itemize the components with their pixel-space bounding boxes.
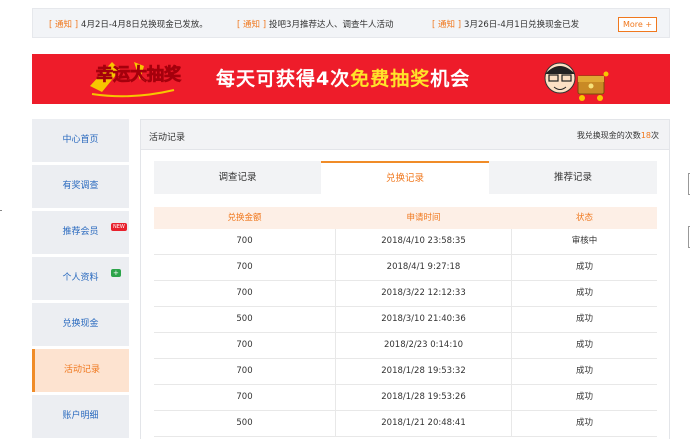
- notice-tag: [ 通知 ]: [432, 20, 462, 30]
- cell-time: 2018/1/21 20:48:41: [335, 411, 512, 436]
- more-button[interactable]: More +: [618, 17, 657, 32]
- sidebar-item-account[interactable]: 账户明细: [32, 395, 129, 438]
- cell-amount: 700: [236, 236, 253, 246]
- cell-amount: 500: [236, 418, 253, 428]
- svg-text:幸运大抽奖: 幸运大抽奖: [96, 64, 182, 85]
- slogan-text: 机会: [430, 68, 471, 90]
- cell-status: 成功: [575, 262, 593, 272]
- table-row: 700 2018/4/10 23:58:35 审核中: [154, 229, 657, 255]
- table-row: 700 2018/2/23 0:14:10 成功: [154, 333, 657, 359]
- plus-badge-icon: +: [111, 269, 121, 277]
- panel-header: 活动记录 我兑换现金的次数18次: [141, 120, 669, 150]
- notice-item[interactable]: [ 通知 ] 4月2日-4月8日兑换现金已发放。: [49, 18, 208, 30]
- tab-survey-records[interactable]: 调查记录: [154, 161, 321, 194]
- exchange-records-table: 兑换金额 申请时间 状态 700 2018/4/10 23:58:35 审核中 …: [154, 207, 657, 437]
- lucky-draw-logo: 幸运大抽奖: [90, 62, 182, 98]
- tab-referral-records[interactable]: 推荐记录: [489, 161, 657, 194]
- cell-time: 2018/2/23 0:14:10: [335, 333, 512, 358]
- cell-amount: 700: [236, 340, 253, 350]
- exchange-count-value: 18: [640, 131, 651, 140]
- table-header: 兑换金额 申请时间 状态: [154, 207, 657, 229]
- cell-amount: 700: [236, 262, 253, 272]
- cell-status: 成功: [575, 288, 593, 298]
- cell-status: 成功: [575, 366, 593, 376]
- sidebar-item-label: 兑换现金: [62, 319, 99, 329]
- cartoon-character-icon: [544, 62, 609, 101]
- cell-amount: 700: [236, 392, 253, 402]
- notice-text: 4月2日-4月8日兑换现金已发放。: [81, 20, 208, 30]
- cell-status: 成功: [575, 314, 593, 324]
- sidebar-item-survey[interactable]: 有奖调查: [32, 165, 129, 208]
- cell-status: 成功: [575, 418, 593, 428]
- column-header-amount: 兑换金额: [227, 213, 262, 223]
- table-row: 700 2018/1/28 19:53:26 成功: [154, 385, 657, 411]
- table-row: 500 2018/1/21 20:48:41 成功: [154, 411, 657, 437]
- cell-time: 2018/1/28 19:53:32: [335, 359, 512, 384]
- notice-text: 3月26日-4月1日兑换现金已发: [464, 20, 580, 30]
- sidebar-item-label: 推荐会员: [62, 227, 99, 237]
- exchange-count-label: 我兑换现金的次数: [576, 131, 641, 140]
- notice-item[interactable]: [ 通知 ] 3月26日-4月1日兑换现金已发: [432, 18, 579, 30]
- sidebar-item-label: 有奖调查: [62, 181, 99, 191]
- sidebar-item-cash[interactable]: 兑换现金: [32, 303, 129, 346]
- record-tabs: 调查记录 兑换记录 推荐记录: [154, 161, 657, 194]
- cell-status: 成功: [575, 392, 593, 402]
- notice-tag: [ 通知 ]: [49, 20, 79, 30]
- sidebar-item-referral[interactable]: 推荐会员 NEW: [32, 211, 129, 254]
- banner-slogan: 每天可获得4次免费抽奖机会: [216, 64, 470, 91]
- table-row: 700 2018/1/28 19:53:32 成功: [154, 359, 657, 385]
- notice-bar: [ 通知 ] 4月2日-4月8日兑换现金已发放。 [ 通知 ] 投吧3月推荐达人、调…: [32, 8, 670, 38]
- cell-time: 2018/1/28 19:53:26: [335, 385, 512, 410]
- tab-exchange-records[interactable]: 兑换记录: [321, 161, 489, 194]
- sidebar-item-label: 个人资料: [62, 273, 99, 283]
- cell-time: 2018/3/22 12:12:33: [335, 281, 512, 306]
- slogan-text: 每天可获得4次: [216, 68, 351, 90]
- main-panel: 活动记录 我兑换现金的次数18次 调查记录 兑换记录 推荐记录 兑换金额 申请时…: [140, 119, 670, 439]
- column-header-status: 状态: [575, 213, 593, 223]
- exchange-count-info: 我兑换现金的次数18次: [577, 130, 659, 141]
- exchange-count-unit: 次: [651, 131, 659, 140]
- sidebar-item-activity[interactable]: 活动记录: [32, 349, 129, 392]
- cell-time: 2018/4/1 9:27:18: [335, 255, 512, 280]
- cell-status: 审核中: [571, 236, 598, 246]
- table-row: 500 2018/3/10 21:40:36 成功: [154, 307, 657, 333]
- slogan-highlight: 免费抽奖: [350, 68, 431, 90]
- cell-status: 成功: [575, 340, 593, 350]
- column-header-time: 申请时间: [406, 213, 441, 223]
- cell-amount: 500: [236, 314, 253, 324]
- sidebar-item-home[interactable]: 中心首页: [32, 119, 129, 162]
- sidebar-nav: 中心首页 有奖调查 推荐会员 NEW 个人资料 + 兑换现金 活动记录 账户明细: [32, 119, 129, 439]
- table-row: 700 2018/3/22 12:12:33 成功: [154, 281, 657, 307]
- edge-divider: [0, 210, 2, 211]
- cell-amount: 700: [236, 366, 253, 376]
- new-badge: NEW: [111, 223, 127, 231]
- notice-item[interactable]: [ 通知 ] 投吧3月推荐达人、调查牛人活动: [237, 18, 393, 30]
- cell-amount: 700: [236, 288, 253, 298]
- sidebar-item-label: 中心首页: [62, 135, 99, 145]
- cell-time: 2018/3/10 21:40:36: [335, 307, 512, 332]
- sidebar-item-profile[interactable]: 个人资料 +: [32, 257, 129, 300]
- sidebar-item-label: 活动记录: [63, 365, 100, 375]
- sidebar-item-label: 账户明细: [62, 411, 99, 421]
- notice-tag: [ 通知 ]: [237, 20, 267, 30]
- notice-text: 投吧3月推荐达人、调查牛人活动: [269, 20, 394, 30]
- page-title: 活动记录: [149, 133, 186, 143]
- table-row: 700 2018/4/1 9:27:18 成功: [154, 255, 657, 281]
- lottery-banner[interactable]: 幸运大抽奖 每天可获得4次免费抽奖机会: [32, 54, 670, 104]
- cell-time: 2018/4/10 23:58:35: [335, 229, 512, 254]
